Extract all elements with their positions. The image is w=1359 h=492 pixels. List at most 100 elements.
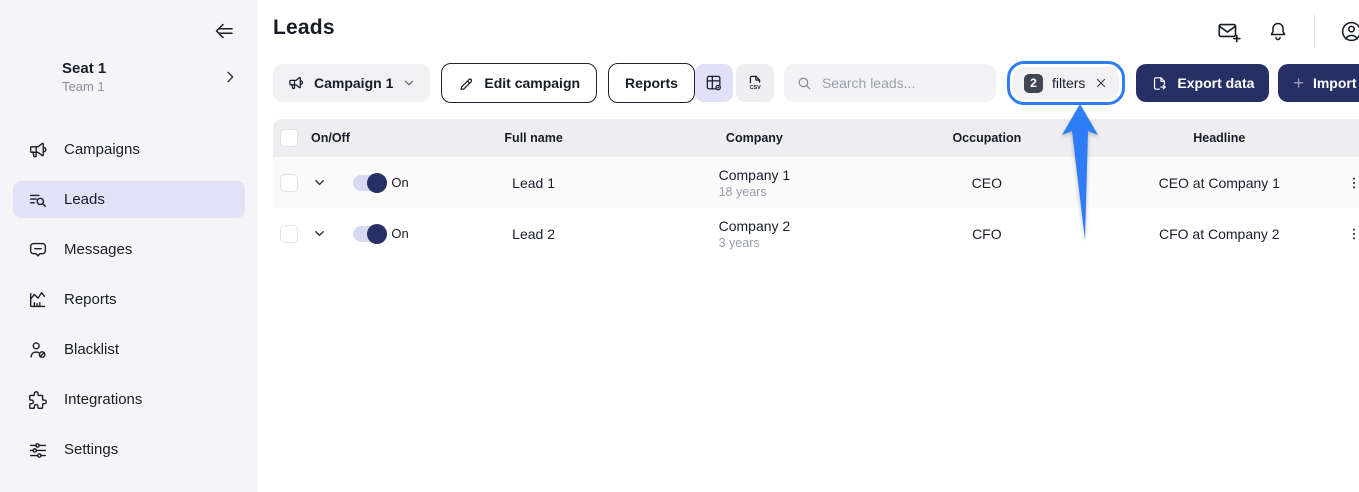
kebab-icon (1346, 226, 1359, 242)
sidebar-item-blacklist[interactable]: Blacklist (13, 331, 245, 368)
campaign-selector-label: Campaign 1 (314, 75, 394, 91)
column-header-occupation[interactable]: Occupation (871, 131, 1103, 145)
search-icon (796, 75, 813, 92)
column-header-onoff[interactable]: On/Off (305, 131, 429, 145)
sidebar-item-label: Campaigns (64, 141, 140, 158)
column-header-headline[interactable]: Headline (1103, 131, 1335, 145)
sidebar-item-messages[interactable]: Messages (13, 231, 245, 268)
edit-campaign-button[interactable]: Edit campaign (441, 63, 598, 103)
kebab-icon (1346, 175, 1359, 191)
column-header-fullname[interactable]: Full name (429, 131, 638, 145)
lead-company-tenure: 18 years (718, 184, 767, 199)
table-settings-icon (704, 73, 724, 93)
lead-toggle[interactable] (353, 223, 388, 244)
reports-button-label: Reports (625, 75, 678, 91)
message-icon (27, 239, 49, 261)
user-block-icon (27, 339, 49, 361)
lead-headline: CFO at Company 2 (1158, 225, 1280, 242)
edit-campaign-label: Edit campaign (484, 75, 581, 91)
export-data-button[interactable]: Export data (1136, 64, 1270, 102)
lead-toggle[interactable] (353, 172, 388, 193)
toggle-knob (367, 223, 388, 244)
row-checkbox[interactable] (280, 173, 298, 192)
table-row: On Lead 2 Company 2 3 years CFO CFO at C… (273, 208, 1359, 259)
leads-table: On/Off Full name Company Occupation Head… (273, 119, 1359, 259)
campaign-selector[interactable]: Campaign 1 (273, 64, 431, 102)
lead-occupation: CFO (972, 225, 1002, 242)
topbar-divider (1313, 14, 1315, 48)
user-circle-icon[interactable] (1339, 19, 1359, 44)
lead-headline: CEO at Company 1 (1158, 174, 1280, 191)
select-all-checkbox[interactable] (280, 129, 298, 147)
sidebar-item-label: Blacklist (64, 341, 120, 358)
filters-chip-label: filters (1051, 75, 1086, 91)
file-export-icon (1151, 75, 1168, 92)
import-label: Import (1312, 75, 1357, 91)
sliders-icon (27, 439, 49, 461)
toolbar: Campaign 1 Edit campaign Reports CSV Sea… (273, 61, 1359, 105)
search-box (783, 64, 996, 102)
csv-file-icon: CSV (745, 73, 765, 93)
toggle-knob (367, 172, 388, 193)
csv-view-button[interactable]: CSV (735, 64, 774, 102)
lead-full-name[interactable]: Lead 2 (429, 226, 638, 242)
table-header-row: On/Off Full name Company Occupation Head… (273, 119, 1359, 157)
bell-icon[interactable] (1266, 19, 1290, 43)
chart-icon (27, 289, 49, 311)
mail-plus-icon[interactable] (1216, 18, 1242, 44)
megaphone-icon (287, 74, 305, 92)
sidebar-item-campaigns[interactable]: Campaigns (13, 131, 245, 168)
table-view-button[interactable] (694, 64, 733, 102)
lead-company: Company 1 (718, 166, 791, 183)
account-name: Seat 1 (62, 60, 107, 77)
search-input[interactable] (821, 75, 984, 91)
row-expand-button[interactable] (305, 226, 333, 241)
filters-count-badge: 2 (1023, 73, 1043, 93)
view-toggle: CSV (694, 64, 774, 102)
account-switcher[interactable]: Seat 1 Team 1 (0, 60, 258, 94)
chevron-down-icon (312, 226, 327, 241)
close-icon[interactable] (1094, 76, 1108, 90)
chevron-down-icon (402, 76, 416, 90)
lead-full-name[interactable]: Lead 1 (429, 175, 638, 191)
sidebar: Seat 1 Team 1 Campaigns Leads Messages R… (0, 0, 258, 492)
topbar-actions (1216, 14, 1359, 48)
sidebar-item-label: Reports (64, 291, 117, 308)
column-header-company[interactable]: Company (638, 131, 870, 145)
app-window: Seat 1 Team 1 Campaigns Leads Messages R… (0, 0, 1359, 492)
sidebar-item-label: Messages (64, 241, 133, 258)
main-content: Leads Campaign 1 Edit campaign Reports C… (258, 0, 1359, 492)
sidebar-item-settings[interactable]: Settings (13, 431, 245, 468)
sidebar-item-integrations[interactable]: Integrations (13, 381, 245, 418)
filters-highlight-ring: 2 filters (1006, 61, 1126, 105)
megaphone-icon (27, 139, 49, 161)
sidebar-item-reports[interactable]: Reports (13, 281, 245, 318)
page-title: Leads (273, 16, 335, 39)
account-team: Team 1 (62, 79, 105, 94)
row-checkbox[interactable] (280, 224, 298, 243)
chevron-down-icon (312, 175, 327, 190)
list-search-icon (27, 189, 49, 211)
filters-chip[interactable]: 2 filters (1012, 67, 1120, 99)
puzzle-icon (27, 389, 49, 411)
sidebar-item-leads[interactable]: Leads (13, 181, 245, 218)
toggle-state-label: On (391, 175, 409, 190)
toggle-state-label: On (391, 226, 409, 241)
svg-text:CSV: CSV (750, 85, 762, 91)
lead-occupation: CEO (971, 174, 1003, 191)
pencil-icon (458, 75, 475, 92)
sidebar-item-label: Integrations (64, 391, 143, 408)
chevron-right-icon (222, 69, 238, 85)
sidebar-item-label: Leads (64, 191, 105, 208)
plus-icon: + (1293, 72, 1304, 93)
row-menu-button[interactable] (1336, 226, 1359, 242)
row-expand-button[interactable] (305, 175, 333, 190)
row-menu-button[interactable] (1336, 175, 1359, 191)
lead-company: Company 2 (718, 217, 791, 234)
import-button[interactable]: + Import (1278, 64, 1359, 102)
lead-company-tenure: 3 years (718, 235, 760, 250)
reports-button[interactable]: Reports (608, 63, 695, 103)
sidebar-collapse-button[interactable] (212, 19, 236, 43)
export-data-label: Export data (1177, 75, 1255, 91)
sidebar-nav: Campaigns Leads Messages Reports Blackli… (13, 131, 245, 468)
